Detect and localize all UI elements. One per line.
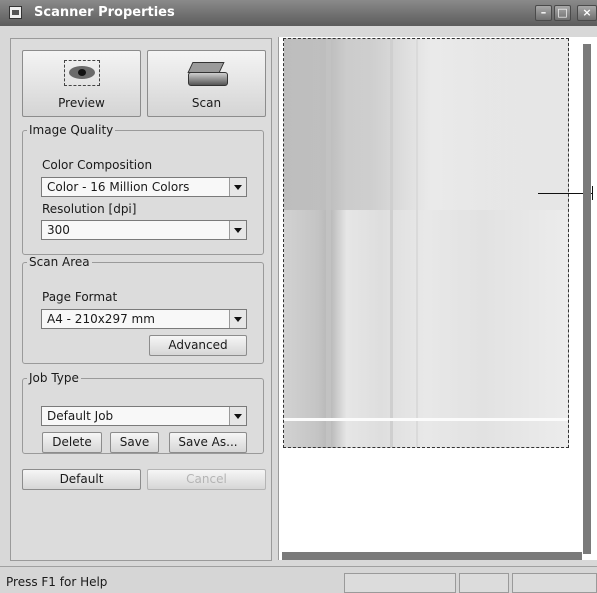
- preview-edge: [284, 418, 568, 421]
- resolution-label: Resolution [dpi]: [42, 202, 137, 216]
- resolution-select[interactable]: 300: [41, 220, 247, 240]
- scan-button[interactable]: Scan: [147, 50, 266, 117]
- scan-area-group: Scan Area Page Format A4 - 210x297 mm Ad…: [22, 255, 264, 364]
- chevron-down-icon[interactable]: [229, 221, 246, 239]
- delete-button[interactable]: Delete: [42, 432, 102, 453]
- scan-preview-image[interactable]: [283, 38, 569, 448]
- scan-label: Scan: [191, 96, 222, 110]
- window-title: Scanner Properties: [34, 5, 175, 20]
- chevron-down-icon[interactable]: [229, 407, 246, 425]
- vertical-scrollbar[interactable]: [583, 44, 591, 554]
- color-composition-select[interactable]: Color - 16 Million Colors: [41, 177, 247, 197]
- page-format-label: Page Format: [42, 290, 118, 304]
- default-button[interactable]: Default: [22, 469, 141, 490]
- page-format-select[interactable]: A4 - 210x297 mm: [41, 309, 247, 329]
- preview-label: Preview: [58, 96, 105, 110]
- advanced-button[interactable]: Advanced: [149, 335, 247, 356]
- job-type-select[interactable]: Default Job: [41, 406, 247, 426]
- preview-button[interactable]: Preview: [22, 50, 141, 117]
- maximize-icon[interactable]: □: [554, 5, 571, 21]
- scan-area-legend: Scan Area: [29, 255, 90, 269]
- chevron-down-icon[interactable]: [229, 310, 246, 328]
- resolution-value: 300: [47, 223, 70, 237]
- job-type-legend: Job Type: [29, 371, 79, 385]
- close-icon[interactable]: ×: [577, 5, 597, 21]
- settings-panel: Preview Scan Image Quality Color Composi…: [10, 38, 272, 561]
- scanner-icon: [186, 60, 228, 88]
- status-cell: [344, 573, 456, 593]
- crop-handle-tick[interactable]: [592, 186, 593, 200]
- job-type-group: Job Type Default Job Delete Save Save As…: [22, 371, 264, 454]
- title-bar: Scanner Properties – □ ×: [0, 0, 597, 26]
- status-cell: [459, 573, 509, 593]
- preview-stripe: [416, 39, 418, 447]
- horizontal-scrollbar[interactable]: [282, 552, 582, 560]
- job-type-value: Default Job: [47, 409, 114, 423]
- status-bar: Press F1 for Help: [0, 566, 597, 593]
- status-cell: [512, 573, 597, 593]
- minimize-icon[interactable]: –: [535, 5, 552, 21]
- scanner-app-icon: [9, 6, 22, 19]
- image-quality-legend: Image Quality: [29, 123, 114, 137]
- image-quality-group: Image Quality Color Composition Color - …: [22, 123, 264, 255]
- color-composition-label: Color Composition: [42, 158, 153, 172]
- preview-stripe: [326, 39, 331, 447]
- help-hint: Press F1 for Help: [6, 575, 108, 589]
- preview-stripe: [390, 39, 393, 447]
- page-format-value: A4 - 210x297 mm: [47, 312, 155, 326]
- color-composition-value: Color - 16 Million Colors: [47, 180, 190, 194]
- cancel-button: Cancel: [147, 469, 266, 490]
- eye-icon: [64, 60, 100, 86]
- chevron-down-icon[interactable]: [229, 178, 246, 196]
- save-button[interactable]: Save: [110, 432, 159, 453]
- save-as-button[interactable]: Save As...: [169, 432, 247, 453]
